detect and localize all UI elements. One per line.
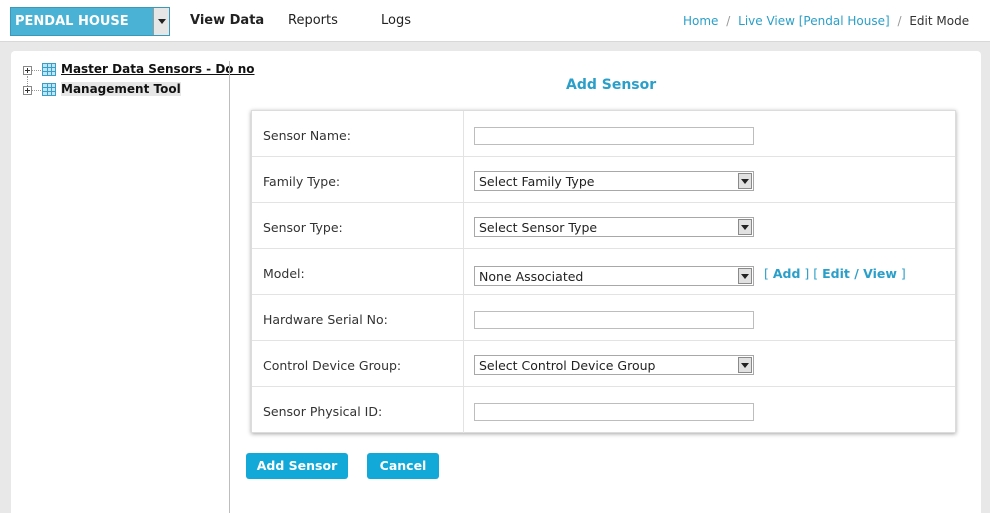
sensor-physical-id-input[interactable]: [474, 403, 754, 421]
control-device-group-select[interactable]: Select Control Device Group: [474, 355, 754, 375]
bracket-text: [: [764, 266, 773, 281]
form-row-sensor-type: Sensor Type: Select Sensor Type: [252, 203, 955, 249]
chevron-down-icon[interactable]: [738, 268, 752, 284]
sensor-name-input[interactable]: [474, 127, 754, 145]
column-separator: [463, 157, 464, 202]
sensor-name-label: Sensor Name:: [263, 128, 351, 143]
chevron-down-icon[interactable]: [738, 173, 752, 189]
chevron-down-icon[interactable]: [738, 357, 752, 373]
breadcrumb-separator: /: [726, 14, 731, 28]
sensor-physical-id-label: Sensor Physical ID:: [263, 404, 383, 419]
breadcrumb-separator: /: [897, 14, 902, 28]
nav-view-data[interactable]: View Data: [190, 13, 264, 28]
bracket-text: ]: [896, 266, 906, 281]
expand-icon[interactable]: [23, 66, 32, 75]
control-device-group-select-value: Select Control Device Group: [479, 358, 656, 373]
model-links: [ Add ] [ Edit / View ]: [764, 266, 906, 281]
column-separator: [463, 203, 464, 248]
top-bar: PENDAL HOUSE View Data Reports Logs Home…: [0, 0, 990, 42]
cancel-button[interactable]: Cancel: [367, 453, 439, 479]
model-select[interactable]: None Associated: [474, 266, 754, 286]
panel-divider: [229, 61, 230, 513]
chevron-down-icon[interactable]: [153, 8, 169, 35]
tree-connector: [32, 70, 41, 71]
grid-icon: [42, 63, 56, 76]
add-sensor-button[interactable]: Add Sensor: [246, 453, 348, 479]
bracket-text: ] [: [800, 266, 823, 281]
grid-icon: [42, 83, 56, 96]
tree-connector: [32, 90, 41, 91]
model-select-value: None Associated: [479, 269, 584, 284]
sensor-type-select[interactable]: Select Sensor Type: [474, 217, 754, 237]
add-sensor-form: Sensor Name: Family Type: Select Family …: [251, 110, 956, 433]
breadcrumb-home[interactable]: Home: [683, 14, 718, 28]
model-add-link[interactable]: Add: [773, 266, 801, 281]
nav-reports[interactable]: Reports: [288, 13, 338, 28]
family-type-select-value: Select Family Type: [479, 174, 595, 189]
nav-logs[interactable]: Logs: [381, 13, 411, 28]
column-separator: [463, 341, 464, 386]
site-selector-value: PENDAL HOUSE: [15, 14, 129, 29]
tree-item-master-data[interactable]: Master Data Sensors - Do no: [23, 60, 255, 88]
control-device-group-label: Control Device Group:: [263, 358, 402, 373]
sensor-type-label: Sensor Type:: [263, 220, 343, 235]
column-separator: [463, 387, 464, 433]
form-row-hardware-serial: Hardware Serial No:: [252, 295, 955, 341]
hardware-serial-label: Hardware Serial No:: [263, 312, 388, 327]
main-panel: Master Data Sensors - Do no Management T…: [11, 51, 981, 513]
column-separator: [463, 249, 464, 294]
form-row-control-device-group: Control Device Group: Select Control Dev…: [252, 341, 955, 387]
column-separator: [463, 295, 464, 340]
expand-icon[interactable]: [23, 86, 32, 95]
chevron-down-icon[interactable]: [738, 219, 752, 235]
tree-item-management-tool[interactable]: Management Tool: [23, 80, 233, 100]
model-edit-view-link[interactable]: Edit / View: [822, 266, 897, 281]
form-row-sensor-physical-id: Sensor Physical ID:: [252, 387, 955, 433]
model-label: Model:: [263, 266, 305, 281]
form-title: Add Sensor: [566, 77, 657, 93]
form-row-sensor-name: Sensor Name:: [252, 111, 955, 157]
family-type-select[interactable]: Select Family Type: [474, 171, 754, 191]
sensor-tree: Master Data Sensors - Do no Management T…: [23, 60, 255, 100]
tree-item-label[interactable]: Management Tool: [61, 82, 181, 96]
family-type-label: Family Type:: [263, 174, 341, 189]
hardware-serial-input[interactable]: [474, 311, 754, 329]
sensor-type-select-value: Select Sensor Type: [479, 220, 598, 235]
form-row-family-type: Family Type: Select Family Type: [252, 157, 955, 203]
breadcrumb: Home / Live View [Pendal House] / Edit M…: [683, 14, 969, 28]
column-separator: [463, 111, 464, 156]
breadcrumb-current: Edit Mode: [909, 14, 970, 28]
form-row-model: Model: None Associated [ Add ] [ Edit / …: [252, 249, 955, 295]
site-selector[interactable]: PENDAL HOUSE: [10, 7, 170, 36]
tree-item-label[interactable]: Master Data Sensors - Do no: [61, 62, 255, 76]
breadcrumb-live-view[interactable]: Live View [Pendal House]: [738, 14, 890, 28]
